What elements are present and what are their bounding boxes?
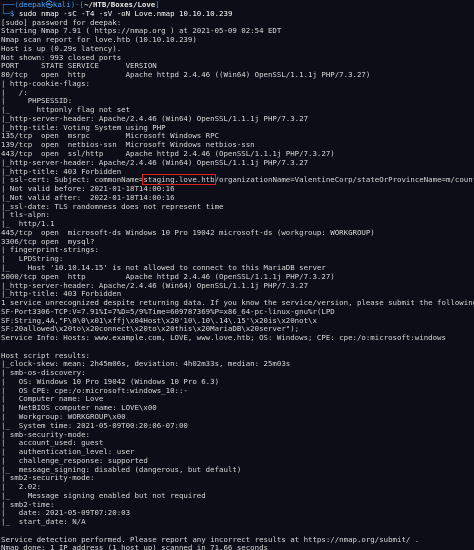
- output-line: | tls-alpn:: [1, 210, 50, 220]
- output-line: |_ssl-date: TLS randomness does not repr…: [1, 201, 224, 211]
- prompt-user-host: deepak㉿kali: [18, 0, 71, 9]
- output-line: Service Info: Hosts: www.example.com, LO…: [1, 333, 446, 343]
- output-line: | http-cookie-flags:: [1, 78, 90, 88]
- terminal-output: ┌──(deepak㉿kali)-[~/HTB/Boxes/Love] └─$ …: [0, 0, 474, 550]
- output-block-post: | Not valid before: 2021-01-18T14:00:16 |…: [0, 184, 474, 550]
- output-line: | fingerprint-strings:: [1, 245, 99, 255]
- command-text: sudo nmap -sC -T4 -sV -oN Love.nmap 10.1…: [18, 8, 233, 18]
- output-line: Nmap done: 1 IP address (1 host up) scan…: [1, 543, 268, 550]
- ssl-cert-suffix: /organizationName=ValentineCorp/stateOrP…: [214, 175, 474, 185]
- highlighted-hostname: staging.love.htb: [142, 174, 216, 186]
- ssl-cert-prefix: | ssl-cert: Subject: commonName=: [1, 175, 144, 185]
- output-line: |_ Message signing enabled but not requi…: [1, 490, 206, 500]
- prompt-dollar: $: [9, 8, 15, 18]
- output-line: | smb2-security-mode:: [1, 473, 95, 483]
- output-line: |_ start_date: N/A: [1, 517, 86, 527]
- prompt-path: ~/HTB/Boxes/Love: [84, 0, 156, 9]
- output-block-pre: [sudo] password for deepak: Starting Nmap…: [0, 18, 474, 177]
- terminal-window[interactable]: ┌──(deepak㉿kali)-[~/HTB/Boxes/Love] └─$ …: [0, 0, 474, 550]
